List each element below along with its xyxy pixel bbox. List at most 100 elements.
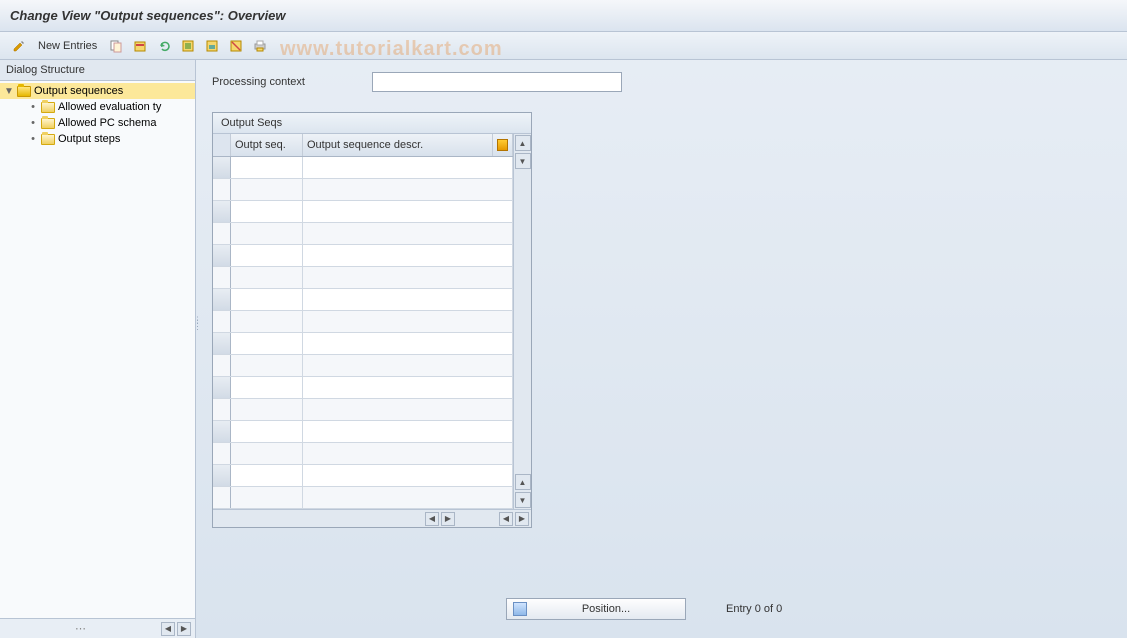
scroll-up-icon[interactable]: ▲	[515, 474, 531, 490]
table-row[interactable]	[213, 355, 513, 377]
cell-outpt-seq[interactable]	[231, 201, 303, 222]
scroll-down-icon[interactable]: ▼	[515, 153, 531, 169]
table-row[interactable]	[213, 223, 513, 245]
cell-outpt-seq[interactable]	[231, 487, 303, 508]
table-row[interactable]	[213, 289, 513, 311]
column-header-outpt-seq[interactable]: Outpt seq.	[231, 134, 303, 156]
tree: ▼ Output sequences • Allowed evaluation …	[0, 81, 195, 618]
table-row[interactable]	[213, 201, 513, 223]
cell-descr[interactable]	[303, 179, 513, 200]
row-selector[interactable]	[213, 465, 231, 486]
select-all-column[interactable]	[213, 134, 231, 156]
cell-descr[interactable]	[303, 311, 513, 332]
table-row[interactable]	[213, 443, 513, 465]
scroll-left-icon[interactable]: ◀	[425, 512, 439, 526]
cell-descr[interactable]	[303, 377, 513, 398]
scroll-left-icon[interactable]: ◀	[499, 512, 513, 526]
table-row[interactable]	[213, 377, 513, 399]
table-row[interactable]	[213, 245, 513, 267]
position-button[interactable]: Position...	[506, 598, 686, 620]
cell-descr[interactable]	[303, 245, 513, 266]
scroll-right-icon[interactable]: ▶	[177, 622, 191, 636]
table-configure-button[interactable]	[493, 134, 513, 156]
table-row[interactable]	[213, 421, 513, 443]
row-selector[interactable]	[213, 421, 231, 442]
cell-descr[interactable]	[303, 157, 513, 178]
scroll-up-icon[interactable]: ▲	[515, 135, 531, 151]
table-row[interactable]	[213, 267, 513, 289]
cell-outpt-seq[interactable]	[231, 223, 303, 244]
tree-node-output-steps[interactable]: • Output steps	[0, 131, 195, 147]
cell-descr[interactable]	[303, 465, 513, 486]
scroll-right-icon[interactable]: ▶	[515, 512, 529, 526]
table-row[interactable]	[213, 157, 513, 179]
row-selector[interactable]	[213, 311, 231, 332]
row-selector[interactable]	[213, 443, 231, 464]
cell-outpt-seq[interactable]	[231, 443, 303, 464]
cell-outpt-seq[interactable]	[231, 377, 303, 398]
print-icon[interactable]	[251, 37, 269, 55]
cell-descr[interactable]	[303, 267, 513, 288]
row-selector[interactable]	[213, 245, 231, 266]
cell-descr[interactable]	[303, 223, 513, 244]
cell-descr[interactable]	[303, 421, 513, 442]
cell-descr[interactable]	[303, 355, 513, 376]
scroll-track[interactable]	[514, 170, 531, 473]
row-selector[interactable]	[213, 487, 231, 508]
undo-change-icon[interactable]	[155, 37, 173, 55]
cell-outpt-seq[interactable]	[231, 311, 303, 332]
table-row[interactable]	[213, 399, 513, 421]
select-block-icon[interactable]	[203, 37, 221, 55]
table-row[interactable]	[213, 333, 513, 355]
cell-outpt-seq[interactable]	[231, 179, 303, 200]
processing-context-input[interactable]	[372, 72, 622, 92]
column-header-descr[interactable]: Output sequence descr.	[303, 134, 493, 156]
tree-node-allowed-pc-schema[interactable]: • Allowed PC schema	[0, 115, 195, 131]
row-selector[interactable]	[213, 377, 231, 398]
row-selector[interactable]	[213, 399, 231, 420]
tree-node-output-sequences[interactable]: ▼ Output sequences	[0, 83, 195, 99]
row-selector[interactable]	[213, 201, 231, 222]
cell-outpt-seq[interactable]	[231, 355, 303, 376]
copy-as-icon[interactable]	[107, 37, 125, 55]
row-selector[interactable]	[213, 289, 231, 310]
delete-icon[interactable]	[131, 37, 149, 55]
cell-outpt-seq[interactable]	[231, 267, 303, 288]
cell-outpt-seq[interactable]	[231, 399, 303, 420]
toggle-display-change-icon[interactable]	[10, 37, 28, 55]
cell-outpt-seq[interactable]	[231, 157, 303, 178]
tree-node-allowed-evaluation[interactable]: • Allowed evaluation ty	[0, 99, 195, 115]
row-selector[interactable]	[213, 267, 231, 288]
cell-outpt-seq[interactable]	[231, 289, 303, 310]
scroll-right-icon[interactable]: ▶	[441, 512, 455, 526]
row-selector[interactable]	[213, 333, 231, 354]
cell-descr[interactable]	[303, 333, 513, 354]
scroll-left-icon[interactable]: ◀	[161, 622, 175, 636]
row-selector[interactable]	[213, 179, 231, 200]
scroll-down-icon[interactable]: ▼	[515, 492, 531, 508]
table-row[interactable]	[213, 311, 513, 333]
select-all-icon[interactable]	[179, 37, 197, 55]
table-row[interactable]	[213, 465, 513, 487]
row-selector[interactable]	[213, 355, 231, 376]
folder-closed-icon	[41, 134, 55, 145]
cell-descr[interactable]	[303, 443, 513, 464]
cell-outpt-seq[interactable]	[231, 421, 303, 442]
cell-descr[interactable]	[303, 201, 513, 222]
cell-outpt-seq[interactable]	[231, 333, 303, 354]
cell-outpt-seq[interactable]	[231, 465, 303, 486]
cell-outpt-seq[interactable]	[231, 245, 303, 266]
cell-descr[interactable]	[303, 399, 513, 420]
cell-descr[interactable]	[303, 487, 513, 508]
row-selector[interactable]	[213, 223, 231, 244]
vertical-scrollbar[interactable]: ▲ ▼ ▲ ▼	[513, 134, 531, 509]
table-row[interactable]	[213, 487, 513, 509]
deselect-all-icon[interactable]	[227, 37, 245, 55]
table-row[interactable]	[213, 179, 513, 201]
resize-dots-icon[interactable]: ⋯	[4, 622, 159, 635]
horizontal-scrollbar[interactable]: ◀ ▶ ◀ ▶	[213, 509, 531, 527]
cell-descr[interactable]	[303, 289, 513, 310]
new-entries-button[interactable]: New Entries	[34, 40, 101, 52]
collapse-icon[interactable]: ▼	[4, 86, 14, 97]
row-selector[interactable]	[213, 157, 231, 178]
